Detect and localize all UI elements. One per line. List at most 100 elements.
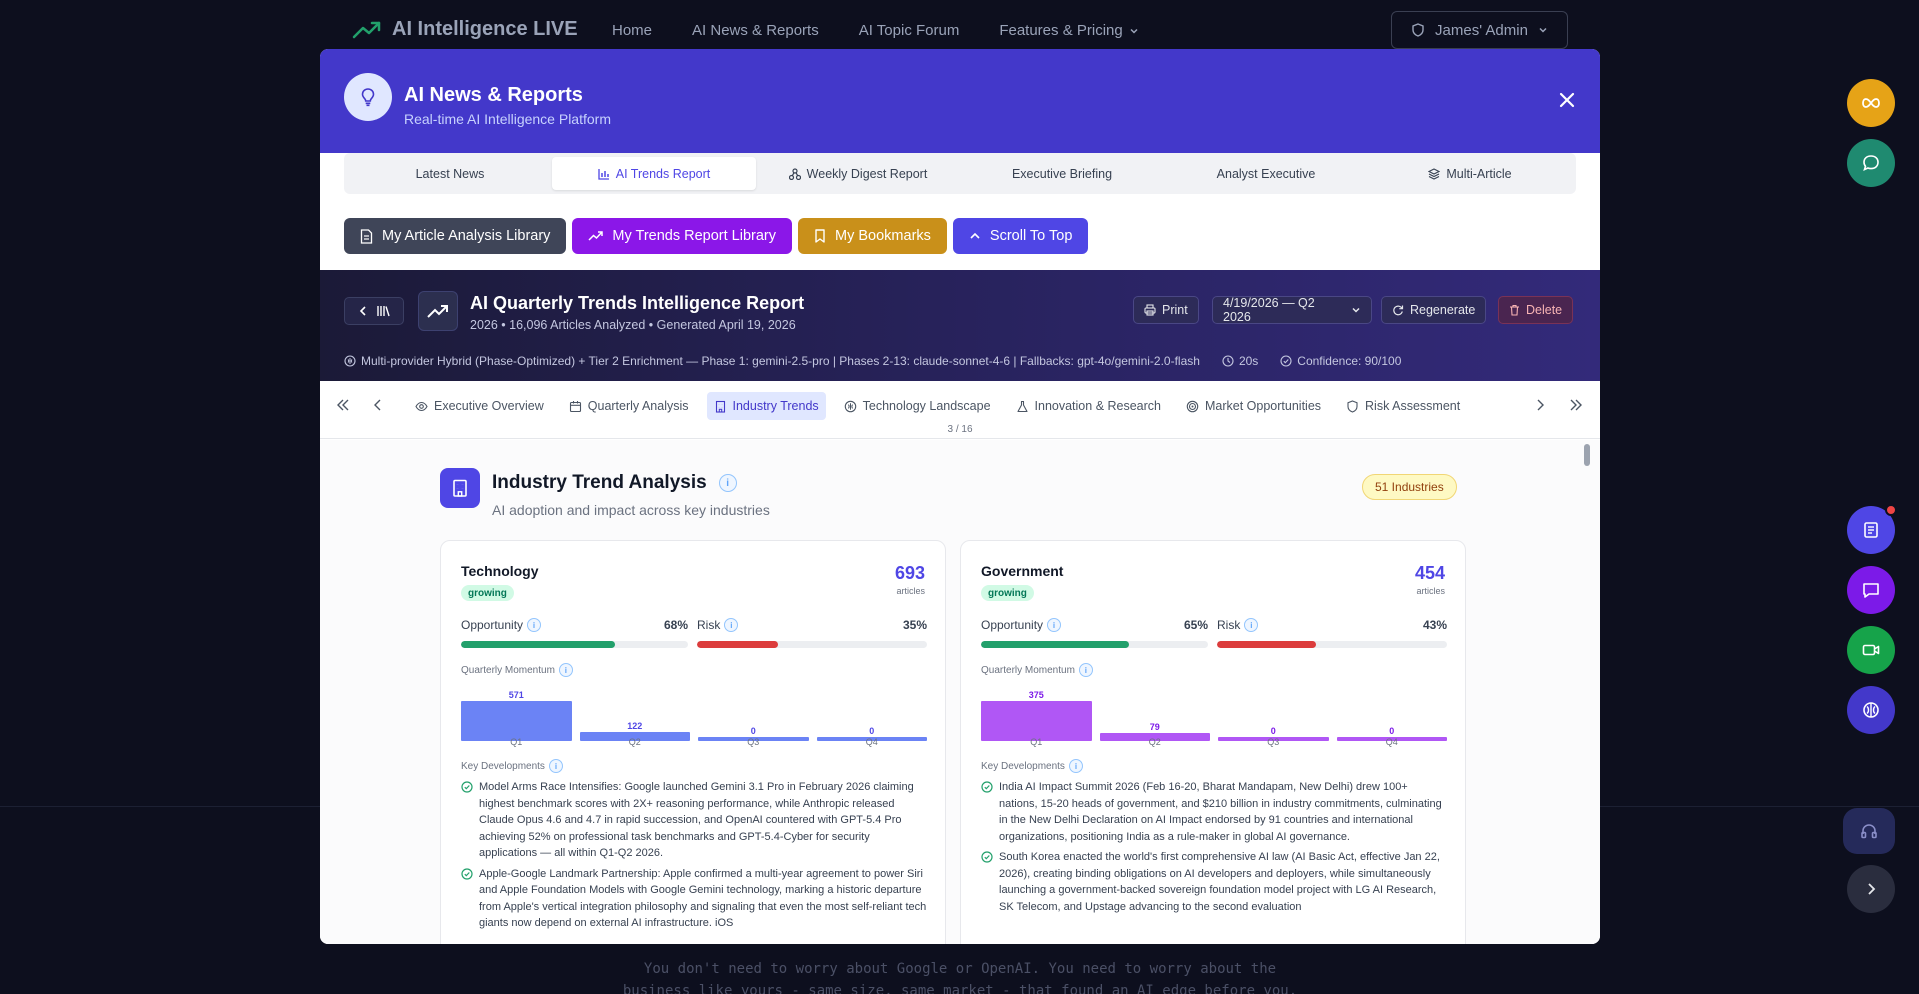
tab-latest-news[interactable]: Latest News	[348, 157, 552, 190]
audio-fab[interactable]	[1843, 808, 1895, 854]
regenerate-button[interactable]: Regenerate	[1381, 296, 1487, 324]
opportunity-label: Opportunity	[461, 618, 524, 632]
nav-link-home[interactable]: Home	[612, 22, 652, 39]
close-icon[interactable]	[1558, 91, 1576, 109]
tab-analyst-executive[interactable]: Analyst Executive	[1164, 157, 1368, 190]
brain-fab[interactable]	[1847, 686, 1895, 734]
meta-time: 20s	[1238, 354, 1259, 368]
news-reports-modal: AI News & Reports Real-time AI Intellige…	[320, 49, 1600, 944]
section-tab-risk-assessment[interactable]: Risk Assessment	[1339, 392, 1467, 420]
print-button[interactable]: Print	[1133, 296, 1199, 324]
info-icon[interactable]: i	[718, 474, 737, 492]
tab-weekly-digest-report[interactable]: Weekly Digest Report	[756, 157, 960, 190]
library-buttons: My Article Analysis Library My Trends Re…	[344, 218, 1089, 254]
section-tab-industry-trends[interactable]: Industry Trends	[706, 392, 826, 420]
opportunity-bar	[981, 641, 1208, 648]
risk-bar	[697, 641, 927, 648]
delete-label: Delete	[1526, 303, 1563, 317]
report-type-tabs: Latest News AI Trends Report Weekly Dige…	[344, 153, 1576, 194]
modal-title: AI News & Reports	[404, 84, 583, 106]
infinity-icon	[1861, 97, 1881, 109]
news-fab[interactable]	[1847, 504, 1897, 554]
momentum-value-q1: 571	[508, 690, 524, 700]
regenerate-label: Regenerate	[1410, 303, 1476, 317]
cpu-icon	[844, 400, 857, 413]
back-to-library-button[interactable]	[344, 297, 404, 325]
industries-count-badge: 51 Industries	[1362, 474, 1457, 500]
tab-label: Analyst Executive	[1216, 166, 1316, 181]
prev-section-icon[interactable]	[371, 398, 385, 412]
period-select[interactable]: 4/19/2026 — Q2 2026	[1212, 296, 1372, 324]
expand-panel-fab[interactable]	[1847, 865, 1895, 913]
infinity-fab[interactable]	[1847, 79, 1895, 127]
section-tab-label: Quarterly Analysis	[587, 399, 689, 413]
info-icon[interactable]: i	[1047, 618, 1062, 632]
info-icon[interactable]: i	[1244, 618, 1259, 632]
info-icon[interactable]: i	[527, 618, 542, 632]
info-icon[interactable]: i	[558, 663, 573, 677]
report-content: Industry Trend Analysis i AI adoption an…	[320, 440, 1600, 944]
opportunity-percent: 65%	[1183, 618, 1208, 632]
article-analysis-library-button[interactable]: My Article Analysis Library	[344, 218, 567, 254]
scroll-to-top-button[interactable]: Scroll To Top	[952, 218, 1089, 254]
tab-label: Latest News	[415, 166, 485, 181]
meta-providers: Multi-provider Hybrid (Phase-Optimized) …	[361, 354, 1200, 368]
status-badge: growing	[981, 585, 1034, 601]
section-tab-technology-landscape[interactable]: Technology Landscape	[837, 392, 998, 420]
tab-multi-article[interactable]: Multi-Article	[1368, 157, 1572, 190]
info-icon[interactable]: i	[1078, 663, 1093, 677]
refresh-icon	[1392, 304, 1404, 316]
nav-link-features-pricing[interactable]: Features & Pricing	[999, 22, 1138, 39]
first-section-icon[interactable]	[336, 398, 350, 412]
delete-button[interactable]: Delete	[1498, 296, 1574, 324]
messages-fab[interactable]	[1847, 566, 1895, 614]
eye-icon	[415, 400, 428, 413]
opportunity-bar-fill	[461, 641, 616, 648]
quarter-label: Q1	[1030, 737, 1043, 747]
modal-header: AI News & Reports Real-time AI Intellige…	[320, 49, 1600, 153]
last-section-icon[interactable]	[1569, 398, 1583, 412]
report-subtitle: 2026 • 16,096 Articles Analyzed • Genera…	[470, 318, 796, 332]
content-scrollbar[interactable]	[1584, 444, 1590, 466]
industry-card-technology: Technology growing 693 articles Opportun…	[440, 540, 946, 944]
section-tab-label: Innovation & Research	[1034, 399, 1161, 413]
lightbulb-icon	[344, 73, 392, 121]
article-count-unit: articles	[1416, 586, 1445, 596]
admin-menu-button[interactable]: James' Admin	[1391, 11, 1568, 49]
quarter-label: Q2	[1148, 737, 1161, 747]
brand-logo[interactable]: AI Intelligence LIVE	[352, 18, 578, 41]
video-fab[interactable]	[1847, 626, 1895, 674]
next-section-icon[interactable]	[1533, 398, 1547, 412]
tab-executive-briefing[interactable]: Executive Briefing	[960, 157, 1164, 190]
section-tab-quarterly-analysis[interactable]: Quarterly Analysis	[562, 392, 696, 420]
button-label: My Bookmarks	[835, 228, 931, 244]
risk-metric: Risk i 43%	[1217, 617, 1447, 633]
developments-label-row: Key Developments i	[981, 759, 1083, 773]
section-tab-executive-overview[interactable]: Executive Overview	[408, 392, 551, 420]
section-tab-market-opportunities[interactable]: Market Opportunities	[1179, 392, 1328, 420]
tab-ai-trends-report[interactable]: AI Trends Report	[552, 157, 756, 190]
bookmarks-button[interactable]: My Bookmarks	[798, 218, 947, 254]
check-circle-icon	[981, 851, 993, 863]
info-icon[interactable]: i	[724, 618, 739, 632]
check-circle-icon	[461, 867, 473, 880]
nav-link-news-reports[interactable]: AI News & Reports	[692, 22, 819, 39]
momentum-value-q2: 79	[1149, 721, 1160, 732]
article-count-unit: articles	[896, 586, 925, 596]
chat-bubble-icon	[1861, 153, 1881, 173]
status-badge: growing	[461, 585, 514, 601]
info-icon[interactable]: i	[548, 759, 563, 773]
nav-link-topic-forum[interactable]: AI Topic Forum	[859, 22, 960, 39]
momentum-label-row: Quarterly Momentum i	[461, 663, 573, 677]
info-icon[interactable]: i	[1068, 759, 1083, 773]
trends-report-library-button[interactable]: My Trends Report Library	[572, 218, 793, 254]
momentum-label-row: Quarterly Momentum i	[981, 663, 1093, 677]
chat-fab[interactable]	[1847, 139, 1895, 187]
cpu-icon	[344, 355, 356, 367]
risk-label: Risk	[1217, 618, 1241, 632]
development-item: Model Arms Race Intensifies: Google laun…	[461, 779, 927, 862]
background-text-line: business like yours - same size, same ma…	[622, 983, 1298, 994]
opportunity-percent: 68%	[663, 618, 688, 632]
section-tab-innovation-research[interactable]: Innovation & Research	[1009, 392, 1168, 420]
risk-percent: 35%	[902, 618, 927, 632]
